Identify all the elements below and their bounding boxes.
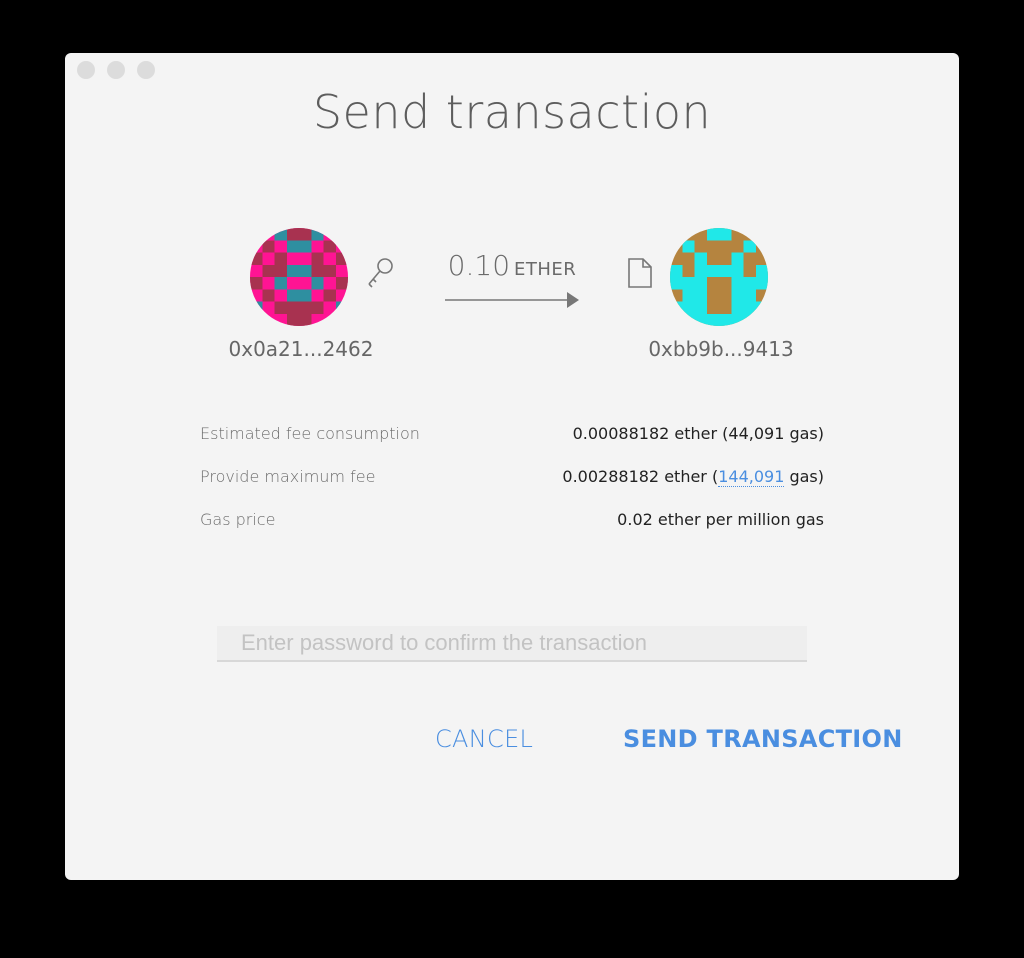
send-transaction-window: Send transaction 0x0a21...2462 0.10 ETHE… — [65, 53, 959, 880]
contract-document-icon — [627, 257, 653, 294]
to-identicon-avatar — [670, 228, 768, 326]
from-address: 0x0a21...2462 — [228, 337, 374, 361]
close-window-button[interactable] — [77, 61, 95, 79]
transfer-amount: 0.10 ETHER — [445, 249, 579, 282]
amount-value: 0.10 — [447, 249, 511, 282]
estimated-fee-label: Estimated fee consumption — [200, 424, 420, 443]
max-fee-suffix: gas) — [784, 467, 824, 486]
max-fee-label: Provide maximum fee — [200, 467, 376, 486]
send-transaction-button[interactable]: SEND TRANSACTION — [623, 725, 903, 753]
max-fee-prefix: 0.00288182 ether ( — [562, 467, 719, 486]
from-identicon-avatar — [250, 228, 348, 326]
max-fee-value: 0.00288182 ether (144,091 gas) — [562, 466, 824, 509]
estimated-fee-value: 0.00088182 ether (44,091 gas) — [572, 424, 824, 443]
max-fee-row: Provide maximum fee 0.00288182 ether (14… — [200, 466, 824, 509]
minimize-window-button[interactable] — [107, 61, 125, 79]
cancel-button[interactable]: CANCEL — [435, 725, 533, 753]
gas-price-label: Gas price — [200, 510, 276, 529]
password-input[interactable] — [217, 626, 807, 662]
window-controls — [77, 61, 155, 79]
to-address: 0xbb9b...9413 — [648, 337, 794, 361]
max-gas-editable[interactable]: 144,091 — [718, 467, 785, 487]
zoom-window-button[interactable] — [137, 61, 155, 79]
estimated-fee-row: Estimated fee consumption 0.00088182 eth… — [200, 423, 824, 466]
amount-unit: ETHER — [514, 259, 577, 280]
gas-price-value: 0.02 ether per million gas — [617, 510, 824, 529]
fee-details: Estimated fee consumption 0.00088182 eth… — [200, 423, 824, 552]
gas-price-row: Gas price 0.02 ether per million gas — [200, 509, 824, 552]
key-icon — [365, 256, 395, 295]
arrow-right-icon — [445, 290, 581, 315]
dialog-title: Send transaction — [312, 85, 712, 139]
